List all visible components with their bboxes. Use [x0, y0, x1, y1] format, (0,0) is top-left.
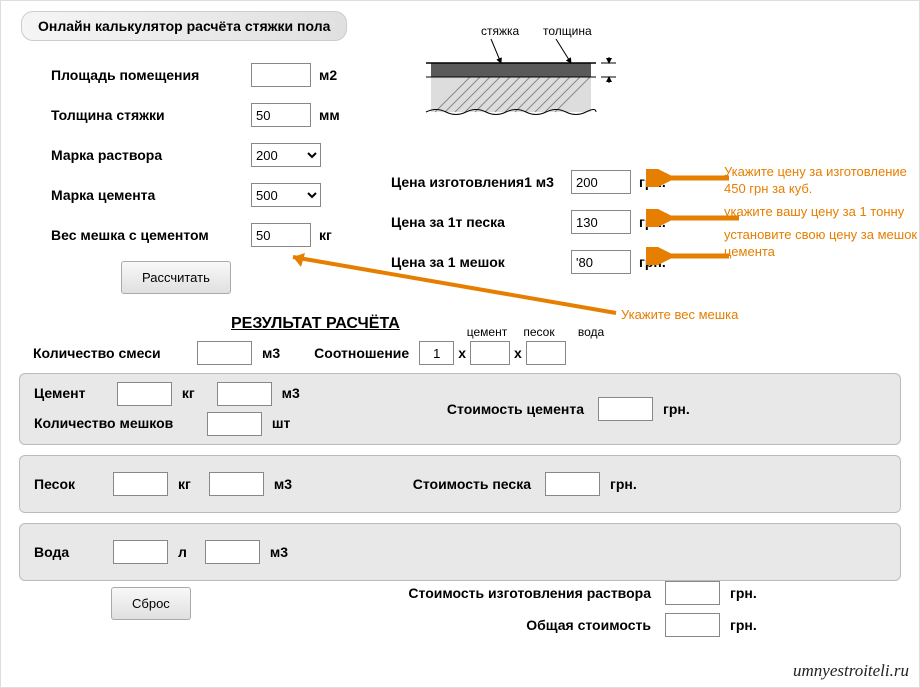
sand-m3-output — [209, 472, 264, 496]
ratio-cement — [419, 341, 454, 365]
reset-button[interactable]: Сброс — [111, 587, 191, 620]
cement-grade-select[interactable]: 500 — [251, 183, 321, 207]
price-make-input[interactable] — [571, 170, 631, 194]
area-input[interactable] — [251, 63, 311, 87]
price-bag-label: Цена за 1 мешок — [391, 254, 571, 270]
price-make-label: Цена изготовления1 м3 — [391, 174, 571, 190]
ratio-header: цемент песок вода — [461, 325, 617, 339]
results-title: РЕЗУЛЬТАТ РАСЧЁТА — [231, 315, 400, 333]
cement-kg-output — [117, 382, 172, 406]
ratio-water — [526, 341, 566, 365]
totals: Стоимость изготовления раствора грн. Общ… — [381, 581, 771, 645]
thickness-input[interactable] — [251, 103, 311, 127]
price-bag-unit: грн. — [639, 254, 666, 270]
mix-qty-output — [197, 341, 252, 365]
cement-m3-output — [217, 382, 272, 406]
ratio-label: Соотношение — [314, 345, 409, 361]
bags-output — [207, 412, 262, 436]
bag-weight-unit: кг — [319, 227, 332, 243]
cement-cost-output — [598, 397, 653, 421]
price-sand-label: Цена за 1т песка — [391, 214, 571, 230]
cement-panel: Цемент кг м3 Количество мешков шт Стоимо… — [19, 373, 901, 445]
thickness-unit: мм — [319, 107, 340, 123]
ratio-sand — [470, 341, 510, 365]
left-inputs: Площадь помещения м2 Толщина стяжки мм М… — [51, 61, 431, 294]
mix-qty-label: Количество смеси — [33, 345, 193, 361]
water-l-output — [113, 540, 168, 564]
price-make-unit: грн. — [639, 174, 666, 190]
cement-grade-label: Марка цемента — [51, 187, 251, 203]
total-cost-label: Общая стоимость — [381, 617, 661, 633]
page-title: Онлайн калькулятор расчёта стяжки пола — [21, 11, 347, 41]
bag-weight-input[interactable] — [251, 223, 311, 247]
calculate-button[interactable]: Рассчитать — [121, 261, 231, 294]
area-label: Площадь помещения — [51, 67, 251, 83]
sand-cost-label: Стоимость песка — [306, 476, 541, 492]
price-sand-unit: грн. — [639, 214, 666, 230]
right-inputs: Цена изготовления1 м3 грн. Цена за 1т пе… — [391, 168, 701, 288]
area-unit: м2 — [319, 67, 337, 83]
cement-cost-label: Стоимость цемента — [394, 401, 594, 417]
price-sand-input[interactable] — [571, 210, 631, 234]
sand-panel: Песок кг м3 Стоимость песка грн. — [19, 455, 901, 513]
water-m3-output — [205, 540, 260, 564]
annotations: Укажите цену за изготовление 450 грн за … — [724, 164, 919, 266]
annotation-1: Укажите цену за изготовление 450 грн за … — [724, 164, 919, 198]
annotation-2: укажите вашу цену за 1 тонну — [724, 204, 919, 221]
mortar-grade-label: Марка раствора — [51, 147, 251, 163]
watermark: umnyestroiteli.ru — [793, 661, 909, 681]
price-bag-input[interactable] — [571, 250, 631, 274]
screed-diagram: стяжка толщина — [421, 21, 621, 141]
water-panel: Вода л м3 — [19, 523, 901, 581]
results-section: цемент песок вода Количество смеси м3 Со… — [19, 341, 901, 591]
annotation-4: Укажите вес мешка — [621, 307, 738, 322]
annotation-3: установите свою цену за мешок цемента — [724, 227, 919, 261]
thickness-label: Толщина стяжки — [51, 107, 251, 123]
mortar-cost-output — [665, 581, 720, 605]
sand-kg-output — [113, 472, 168, 496]
diagram-label-thickness: толщина — [543, 24, 592, 38]
bag-weight-label: Вес мешка с цементом — [51, 227, 251, 243]
sand-cost-output — [545, 472, 600, 496]
mortar-grade-select[interactable]: 200 — [251, 143, 321, 167]
mortar-cost-label: Стоимость изготовления раствора — [381, 585, 661, 601]
diagram-label-screed: стяжка — [481, 24, 520, 38]
total-cost-output — [665, 613, 720, 637]
